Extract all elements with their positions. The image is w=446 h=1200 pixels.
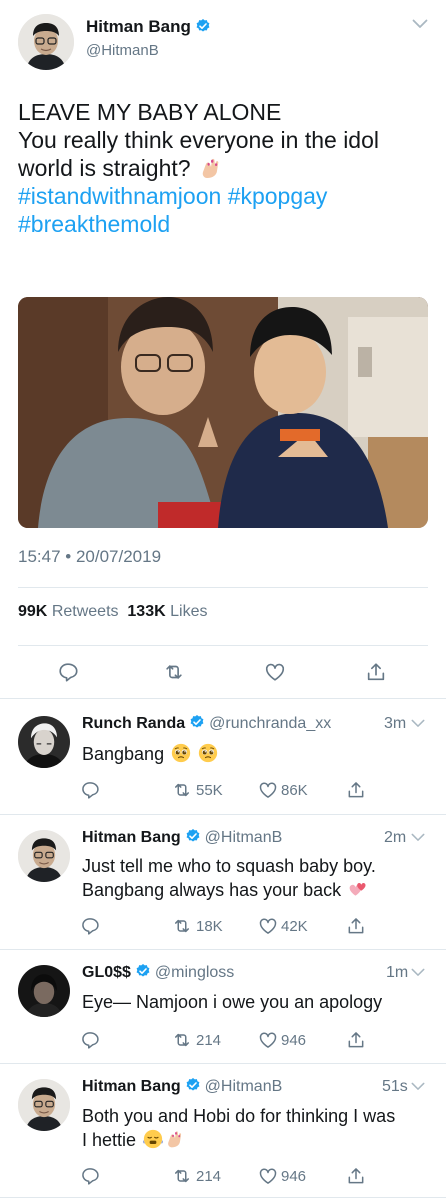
reply-icon[interactable] xyxy=(57,661,79,683)
nail-polish-emoji xyxy=(199,156,223,180)
divider xyxy=(0,814,446,815)
retweet-count: 55K xyxy=(196,782,223,799)
hashtag-link[interactable]: #kpopgay xyxy=(228,183,328,209)
huffing-face-emoji xyxy=(143,1129,163,1149)
reply-time: 2m xyxy=(384,829,407,846)
reply-avatar[interactable] xyxy=(18,830,70,882)
divider xyxy=(18,587,428,588)
verified-icon xyxy=(189,714,205,730)
like-icon[interactable] xyxy=(258,1030,278,1050)
retweets-stat[interactable]: 99K Retweets xyxy=(18,603,119,620)
like-icon[interactable] xyxy=(258,916,278,936)
tweet-text-line: LEAVE MY BABY ALONE xyxy=(18,99,282,125)
reply-author[interactable]: Hitman Bang @HitmanB xyxy=(82,1077,282,1096)
retweet-icon[interactable] xyxy=(172,916,192,936)
like-count: 42K xyxy=(281,918,308,935)
reply-text: Both you and Hobi do for thinking I was … xyxy=(82,1106,396,1150)
like-icon[interactable] xyxy=(264,661,286,683)
like-count: 946 xyxy=(281,1032,307,1049)
verified-icon xyxy=(185,1077,201,1093)
tweet-text-line: You really think everyone in the idol xyxy=(18,127,379,153)
hashtag-link[interactable]: #breakthemold xyxy=(18,211,170,237)
chevron-down-icon[interactable] xyxy=(411,833,425,842)
divider xyxy=(0,1197,446,1198)
retweet-icon[interactable] xyxy=(163,661,185,683)
share-icon[interactable] xyxy=(346,780,366,800)
tweet-photo[interactable] xyxy=(18,297,428,528)
pleading-face-emoji xyxy=(198,743,218,763)
share-icon[interactable] xyxy=(365,661,387,683)
divider xyxy=(0,1063,446,1064)
reply-author[interactable]: Runch Randa @runchranda_xx xyxy=(82,714,331,733)
reply-text: Just tell me who to squash baby boy. Ban… xyxy=(82,856,376,900)
retweet-icon[interactable] xyxy=(172,1166,192,1186)
tweet-timestamp[interactable]: 15:47 • 20/07/2019 xyxy=(18,547,161,567)
reply-author[interactable]: Hitman Bang @HitmanB xyxy=(82,828,282,847)
verified-icon xyxy=(185,828,201,844)
tweet-text: LEAVE MY BABY ALONE You really think eve… xyxy=(18,98,428,238)
divider xyxy=(0,949,446,950)
like-icon[interactable] xyxy=(258,780,278,800)
reply-avatar[interactable] xyxy=(18,1079,70,1131)
retweet-count: 214 xyxy=(196,1032,222,1049)
author-handle[interactable]: @HitmanB xyxy=(86,42,159,59)
reply-icon[interactable] xyxy=(80,1030,100,1050)
reply-time: 51s xyxy=(382,1078,408,1095)
reply-avatar[interactable] xyxy=(18,965,70,1017)
tweet-stats: 99K Retweets 133K Likes xyxy=(18,603,207,621)
retweet-count: 214 xyxy=(196,1168,222,1185)
retweet-count: 18K xyxy=(196,918,223,935)
likes-stat[interactable]: 133K Likes xyxy=(127,603,207,620)
share-icon[interactable] xyxy=(346,1030,366,1050)
chevron-down-icon[interactable] xyxy=(411,968,425,977)
chevron-down-icon[interactable] xyxy=(411,719,425,728)
author-name-text: Hitman Bang xyxy=(86,17,191,36)
reply-avatar[interactable] xyxy=(18,716,70,768)
reply-time: 1m xyxy=(386,964,409,981)
like-icon[interactable] xyxy=(258,1166,278,1186)
reply-time: 3m xyxy=(384,715,407,732)
like-count: 86K xyxy=(281,782,308,799)
reply-author[interactable]: GL0$$ @mingloss xyxy=(82,963,234,982)
chevron-down-icon[interactable] xyxy=(411,1082,425,1091)
reply-icon[interactable] xyxy=(80,780,100,800)
nail-polish-emoji xyxy=(165,1129,185,1149)
like-count: 946 xyxy=(281,1168,307,1185)
reply-text: Eye— Namjoon i owe you an apology xyxy=(82,992,383,1012)
pleading-face-emoji xyxy=(171,743,191,763)
verified-icon xyxy=(135,963,151,979)
share-icon[interactable] xyxy=(346,1166,366,1186)
chevron-down-icon[interactable] xyxy=(412,19,428,29)
hashtag-link[interactable]: #istandwithnamjoon xyxy=(18,183,221,209)
reply-text: Bangbang xyxy=(82,742,218,766)
share-icon[interactable] xyxy=(346,916,366,936)
divider xyxy=(18,645,428,646)
author-avatar[interactable] xyxy=(18,14,74,70)
retweet-icon[interactable] xyxy=(172,780,192,800)
verified-icon xyxy=(195,18,211,34)
author-name[interactable]: Hitman Bang xyxy=(86,17,211,37)
tweet-text-line: world is straight? xyxy=(18,154,428,182)
divider xyxy=(0,698,446,699)
retweet-icon[interactable] xyxy=(172,1030,192,1050)
two-hearts-emoji xyxy=(348,879,368,899)
reply-icon[interactable] xyxy=(80,916,100,936)
reply-icon[interactable] xyxy=(80,1166,100,1186)
